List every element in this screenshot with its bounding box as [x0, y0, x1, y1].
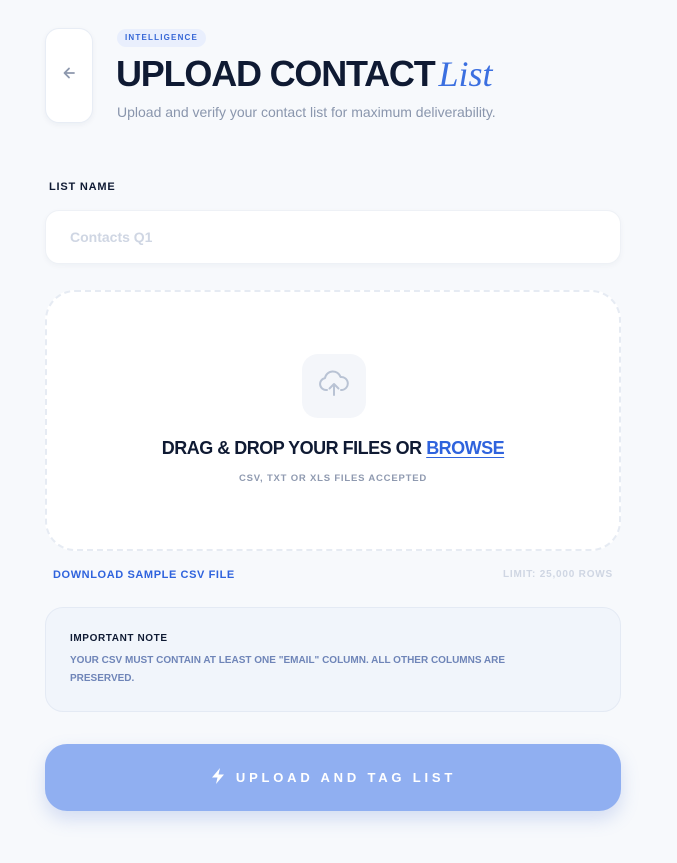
note-title: IMPORTANT NOTE — [70, 633, 168, 644]
back-button[interactable] — [45, 28, 93, 123]
page-title-accent: List — [438, 54, 493, 94]
cloud-upload-icon — [318, 369, 350, 403]
page-title-main: UPLOAD CONTACT — [116, 53, 436, 94]
dropzone-title-text: DRAG & DROP YOUR FILES OR — [161, 438, 422, 458]
important-note: IMPORTANT NOTE YOUR CSV MUST CONTAIN AT … — [45, 607, 621, 712]
list-name-input[interactable] — [45, 210, 621, 264]
file-dropzone[interactable]: DRAG & DROP YOUR FILES OR BROWSE CSV, TX… — [45, 290, 621, 551]
row-limit-text: LIMIT: 25,000 ROWS — [503, 569, 613, 580]
upload-button-label: UPLOAD AND TAG LIST — [235, 770, 457, 785]
list-name-label: LIST NAME — [49, 181, 116, 193]
page-title: UPLOAD CONTACT List — [116, 52, 493, 96]
download-sample-link[interactable]: DOWNLOAD SAMPLE CSV FILE — [53, 569, 235, 581]
note-text: YOUR CSV MUST CONTAIN AT LEAST ONE "EMAI… — [70, 655, 506, 684]
upload-and-tag-button[interactable]: UPLOAD AND TAG LIST — [45, 744, 621, 811]
upload-icon-box — [302, 354, 366, 418]
lightning-bolt-icon — [210, 767, 226, 788]
dropzone-hint: CSV, TXT OR XLS FILES ACCEPTED — [239, 473, 427, 484]
browse-link[interactable]: BROWSE — [426, 438, 505, 458]
section-badge: INTELLIGENCE — [117, 29, 207, 47]
page-subtitle: Upload and verify your contact list for … — [117, 104, 496, 120]
arrow-left-icon — [61, 65, 77, 86]
dropzone-title: DRAG & DROP YOUR FILES OR BROWSE — [47, 438, 619, 459]
